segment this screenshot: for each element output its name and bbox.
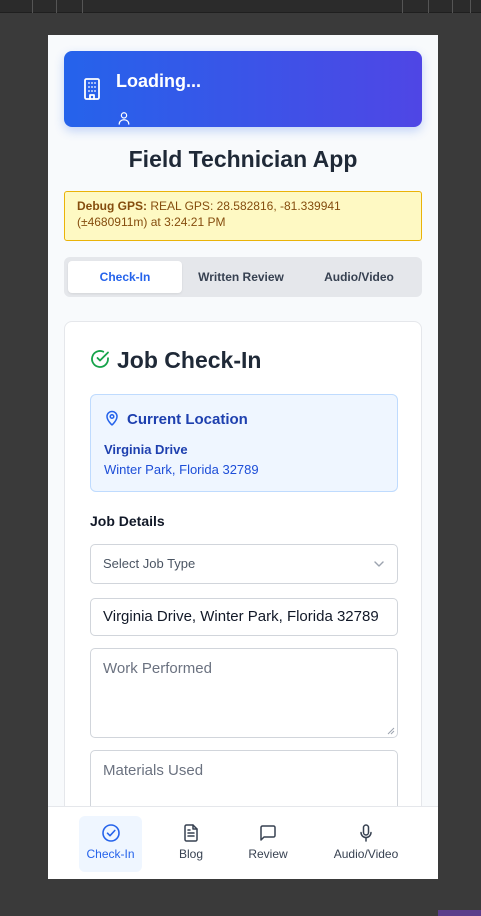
job-type-select[interactable]: Select Job Type — [90, 544, 398, 584]
taskbar-marker — [438, 910, 481, 916]
nav-label-audio-video: Audio/Video — [333, 847, 399, 861]
app-viewport: Loading... Field Technician App Debug GP… — [48, 35, 438, 879]
nav-item-blog[interactable]: Blog — [165, 816, 217, 872]
location-title: Current Location — [127, 411, 248, 428]
location-city: Winter Park, Florida 32789 — [104, 462, 259, 477]
materials-used-placeholder: Materials Used — [103, 762, 204, 779]
nav-item-check-in[interactable]: Check-In — [79, 816, 142, 872]
address-input[interactable]: Virginia Drive, Winter Park, Florida 327… — [90, 598, 398, 636]
tab-audio-video[interactable]: Audio/Video — [300, 261, 418, 293]
nav-item-review[interactable]: Review — [242, 816, 294, 872]
microphone-icon — [360, 824, 372, 842]
check-circle-icon — [91, 350, 109, 368]
message-icon — [260, 825, 276, 841]
card-title: Job Check-In — [117, 347, 262, 373]
work-performed-placeholder: Work Performed — [103, 660, 212, 677]
header-banner: Loading... — [64, 51, 422, 127]
header-title: Loading... — [116, 71, 201, 91]
current-location-panel: Current Location Virginia Drive Winter P… — [90, 394, 398, 492]
check-circle-icon — [101, 824, 120, 842]
tab-check-in[interactable]: Check-In — [68, 261, 182, 293]
debug-gps-panel: Debug GPS: REAL GPS: 28.582816, -81.3399… — [64, 191, 422, 241]
chevron-down-icon — [374, 561, 384, 567]
debug-label: Debug GPS: — [77, 199, 148, 213]
check-in-card: Job Check-In Current Location Virginia D… — [64, 321, 422, 879]
document-icon — [184, 824, 198, 842]
page-title: Field Technician App — [128, 146, 358, 172]
user-icon — [118, 112, 130, 125]
work-performed-textarea[interactable]: Work Performed — [90, 648, 398, 738]
nav-item-audio-video[interactable]: Audio/Video — [328, 816, 404, 872]
job-type-placeholder: Select Job Type — [103, 556, 196, 571]
tab-written-review[interactable]: Written Review — [182, 261, 300, 293]
tab-bar: Check-In Written Review Audio/Video — [64, 257, 422, 297]
nav-label-review: Review — [248, 847, 288, 861]
map-pin-icon — [106, 410, 118, 426]
window-top-bar — [0, 0, 481, 13]
bottom-nav: Check-In Blog Review Audio/Video — [48, 806, 438, 879]
resize-handle-icon[interactable] — [387, 727, 395, 735]
nav-label-check-in: Check-In — [86, 847, 135, 861]
location-street: Virginia Drive — [104, 442, 188, 457]
building-icon — [84, 78, 100, 100]
nav-label-blog: Blog — [178, 847, 204, 861]
job-details-label: Job Details — [90, 513, 165, 529]
